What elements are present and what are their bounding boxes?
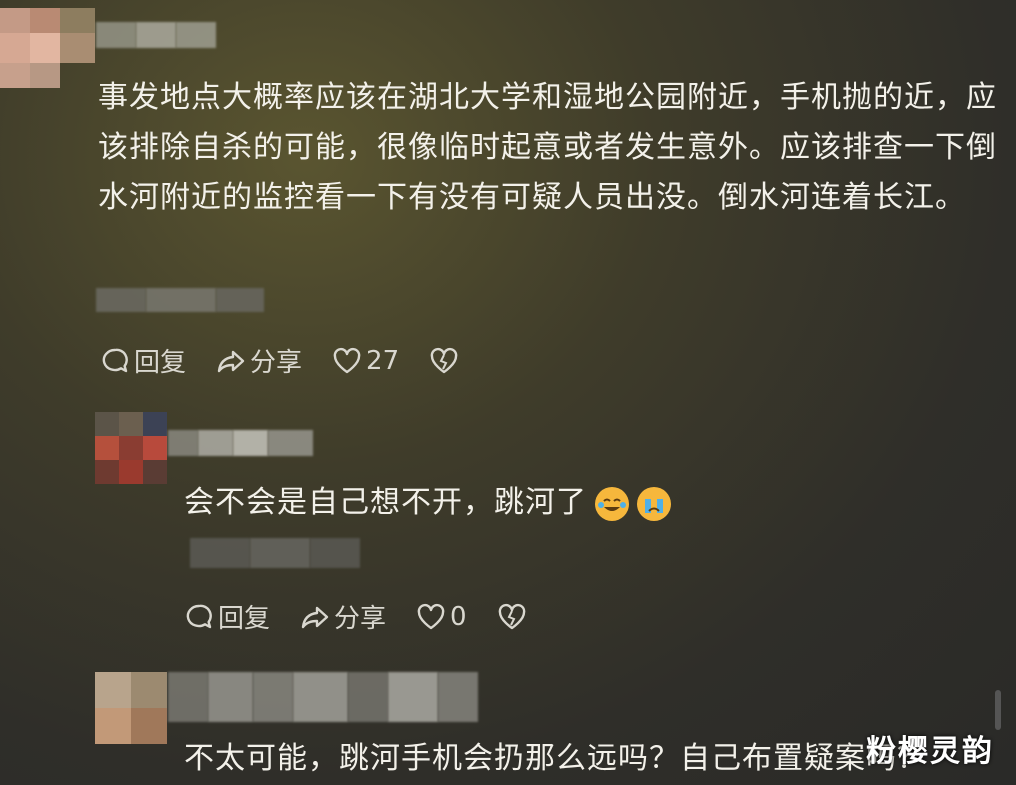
share-button[interactable]: 分享 <box>216 342 302 379</box>
crying-emoji <box>637 486 671 521</box>
reply-label: 回复 <box>134 348 187 378</box>
scrollbar[interactable] <box>995 690 1001 730</box>
broken-heart-icon <box>498 603 525 629</box>
avatar[interactable] <box>95 412 167 484</box>
comment-text: 事发地点大概率应该在湖北大学和湿地公园附近，手机抛的近，应该排除自杀的可能，很像… <box>98 80 997 215</box>
share-arrow-icon <box>217 350 245 372</box>
heart-icon <box>417 603 445 629</box>
watermark: 粉樱灵韵 <box>866 734 994 769</box>
comment-actions: 回复 分享 27 <box>100 342 493 379</box>
comment-bubble-icon <box>186 604 212 628</box>
comment-bubble-icon <box>102 348 128 372</box>
like-count: 27 <box>366 345 400 376</box>
comment-text-content: 会不会是自己想不开，跳河了 <box>184 485 587 520</box>
laugh-cry-emoji <box>595 486 629 521</box>
avatar[interactable] <box>0 8 95 88</box>
share-label: 分享 <box>334 604 387 634</box>
reply-button[interactable]: 回复 <box>184 598 270 635</box>
comment-actions: 回复 分享 0 <box>184 598 561 635</box>
like-button[interactable]: 27 <box>332 346 399 376</box>
username-blurred[interactable] <box>168 430 313 456</box>
share-button[interactable]: 分享 <box>300 598 386 635</box>
username-blurred[interactable] <box>96 22 216 48</box>
dislike-button[interactable] <box>497 602 531 632</box>
reply-label: 回复 <box>218 604 271 634</box>
like-count: 0 <box>450 601 467 632</box>
comment-text: 会不会是自己想不开，跳河了 <box>184 478 671 528</box>
heart-icon <box>333 347 361 373</box>
broken-heart-icon <box>430 347 458 373</box>
avatar[interactable] <box>95 672 167 744</box>
timestamp-blurred <box>96 288 264 312</box>
timestamp-blurred <box>190 538 360 568</box>
like-button[interactable]: 0 <box>416 602 467 632</box>
share-label: 分享 <box>250 348 303 378</box>
reply-button[interactable]: 回复 <box>100 342 186 379</box>
share-arrow-icon <box>301 606 329 628</box>
username-blurred[interactable] <box>168 672 478 722</box>
dislike-button[interactable] <box>429 346 463 376</box>
